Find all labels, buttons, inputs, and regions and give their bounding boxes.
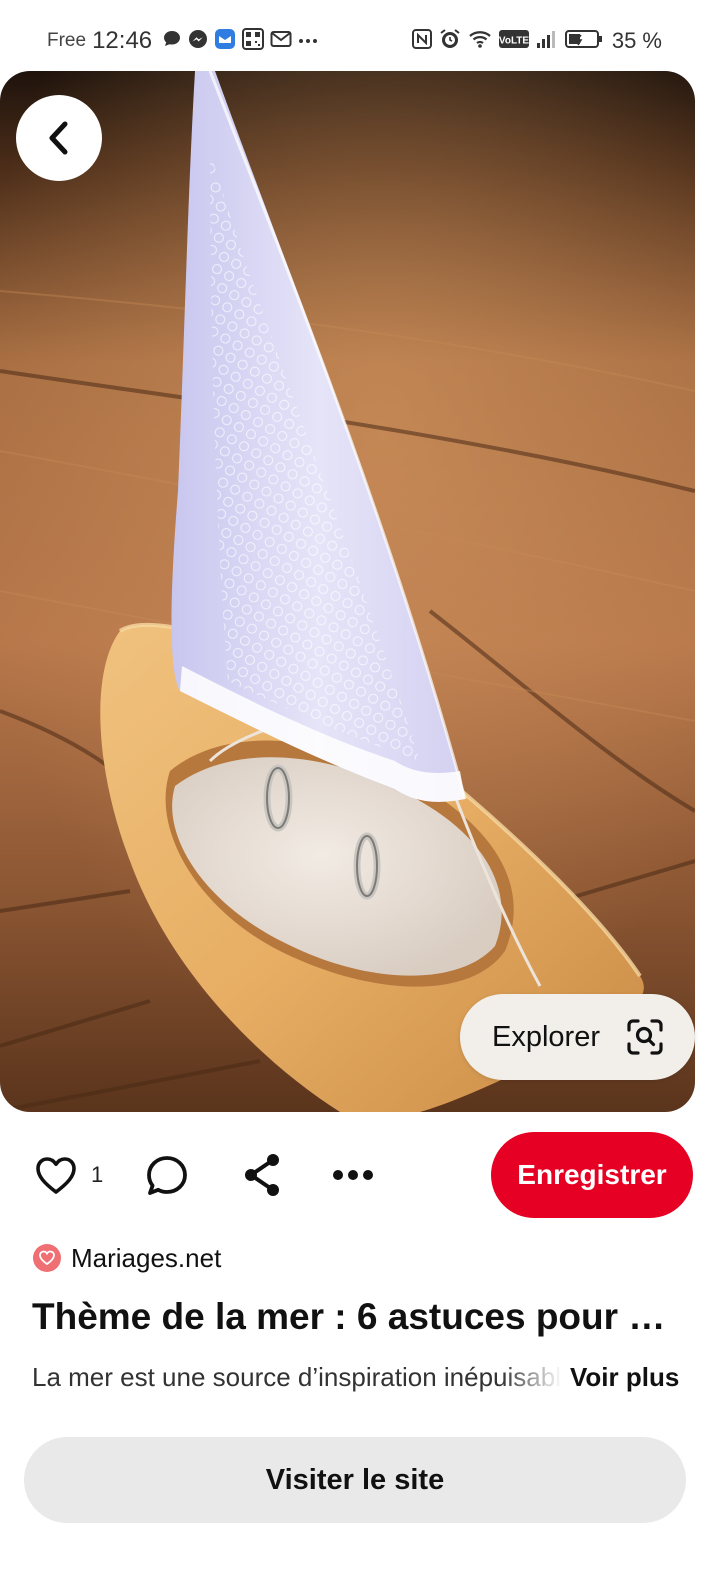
visual-search-icon <box>627 1019 663 1055</box>
messenger-icon <box>188 29 208 54</box>
signal-icon <box>536 29 558 54</box>
wifi-icon <box>468 29 492 54</box>
status-bar: Free 12:46 VoLTE 35 % <box>0 0 720 80</box>
more-dots-icon <box>298 32 318 50</box>
back-button[interactable] <box>16 95 102 181</box>
visit-site-button[interactable]: Visiter le site <box>24 1437 686 1523</box>
battery-percent: 35 % <box>611 28 662 53</box>
save-button[interactable]: Enregistrer <box>491 1132 693 1218</box>
action-row: 1 Enregistrer <box>0 1132 720 1220</box>
more-button[interactable] <box>330 1162 376 1188</box>
chevron-left-icon <box>49 121 68 155</box>
pin-description: La mer est une source d’inspiration inép… <box>32 1362 562 1392</box>
sailboat-ring-holder-photo <box>0 71 695 1112</box>
like-button[interactable] <box>34 1154 78 1198</box>
status-bar-right: VoLTE 35 % <box>411 26 662 56</box>
see-more-link[interactable]: Voir plus <box>570 1362 679 1393</box>
carrier-label: Free <box>47 30 87 51</box>
explorer-button[interactable]: Explorer <box>460 994 695 1080</box>
share-button[interactable] <box>240 1152 284 1198</box>
status-bar-left: Free 12:46 <box>47 26 318 56</box>
chat-bubble-icon <box>162 29 182 54</box>
mail-app-icon <box>214 28 236 55</box>
email-icon <box>270 30 292 53</box>
heart-logo-icon <box>33 1244 61 1272</box>
qr-code-icon <box>242 27 265 55</box>
clock: 12:46 <box>92 27 153 54</box>
source-name: Mariages.net <box>71 1242 222 1273</box>
alarm-icon <box>439 28 461 55</box>
comment-button[interactable] <box>145 1154 189 1198</box>
more-icon <box>333 1170 373 1180</box>
battery-icon <box>564 29 603 54</box>
share-icon <box>245 1154 279 1196</box>
heart-icon <box>36 1157 76 1194</box>
description-fade <box>502 1362 562 1402</box>
description-row: La mer est une source d’inspiration inép… <box>32 1362 692 1402</box>
like-count: 1 <box>91 1162 104 1187</box>
volte-label: VoLTE <box>499 35 529 46</box>
volte-icon: VoLTE <box>499 29 529 54</box>
pin-image[interactable] <box>0 71 695 1112</box>
explorer-label: Explorer <box>492 1020 600 1053</box>
nfc-icon <box>411 28 432 54</box>
source-row[interactable]: Mariages.net <box>33 1240 221 1276</box>
comment-icon <box>147 1156 187 1195</box>
pin-title: Thème de la mer : 6 astuces pour … <box>32 1296 666 1337</box>
